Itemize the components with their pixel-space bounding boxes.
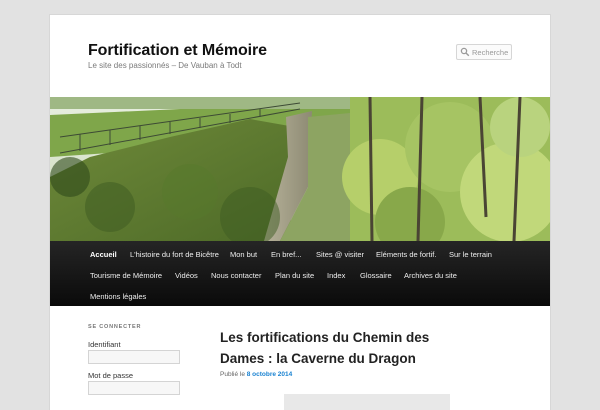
username-field[interactable] [88, 350, 180, 364]
username-label: Identifiant [88, 340, 121, 349]
site-description: Le site des passionnés – De Vauban à Tod… [88, 61, 242, 70]
nav-item-glossaire[interactable]: Glossaire [360, 271, 392, 280]
post-meta: Publié le 8 octobre 2014 [220, 371, 292, 378]
post-date-link[interactable]: 8 octobre 2014 [247, 371, 293, 378]
nav-item-terrain[interactable]: Sur le terrain [449, 250, 492, 259]
nav-item-accueil[interactable]: Accueil [90, 250, 117, 259]
password-field[interactable] [88, 381, 180, 395]
nav-item-mon-but[interactable]: Mon but [230, 250, 257, 259]
search-placeholder: Recherche [472, 47, 509, 57]
nav-item-elements[interactable]: Eléments de fortif. [376, 250, 436, 259]
search-icon [460, 47, 470, 57]
post-meta-prefix: Publié le [220, 371, 245, 378]
nav-item-contact[interactable]: Nous contacter [211, 271, 261, 280]
nav-item-videos[interactable]: Vidéos [175, 271, 198, 280]
nav-item-tourisme[interactable]: Tourisme de Mémoire [90, 271, 162, 280]
post-title[interactable]: Les fortifications du Chemin des Dames :… [220, 328, 460, 369]
search-input[interactable]: Recherche [456, 44, 512, 60]
header-image [50, 97, 550, 241]
page: Fortification et Mémoire Le site des pas… [50, 15, 550, 410]
nav-item-en-bref[interactable]: En bref... [271, 250, 301, 259]
nav-item-plan[interactable]: Plan du site [275, 271, 314, 280]
nav-item-histoire[interactable]: L'histoire du fort de Bicêtre [130, 250, 219, 259]
login-widget-heading: SE CONNECTER [88, 324, 142, 330]
nav-item-sites[interactable]: Sites @ visiter [316, 250, 364, 259]
nav-item-index[interactable]: Index [327, 271, 345, 280]
post-image [284, 394, 450, 410]
password-label: Mot de passe [88, 371, 134, 380]
main-navigation: Accueil L'histoire du fort de Bicêtre Mo… [50, 241, 550, 306]
site-title[interactable]: Fortification et Mémoire [88, 42, 267, 60]
nav-item-mentions[interactable]: Mentions légales [90, 292, 146, 301]
nav-item-archives[interactable]: Archives du site [404, 271, 457, 280]
